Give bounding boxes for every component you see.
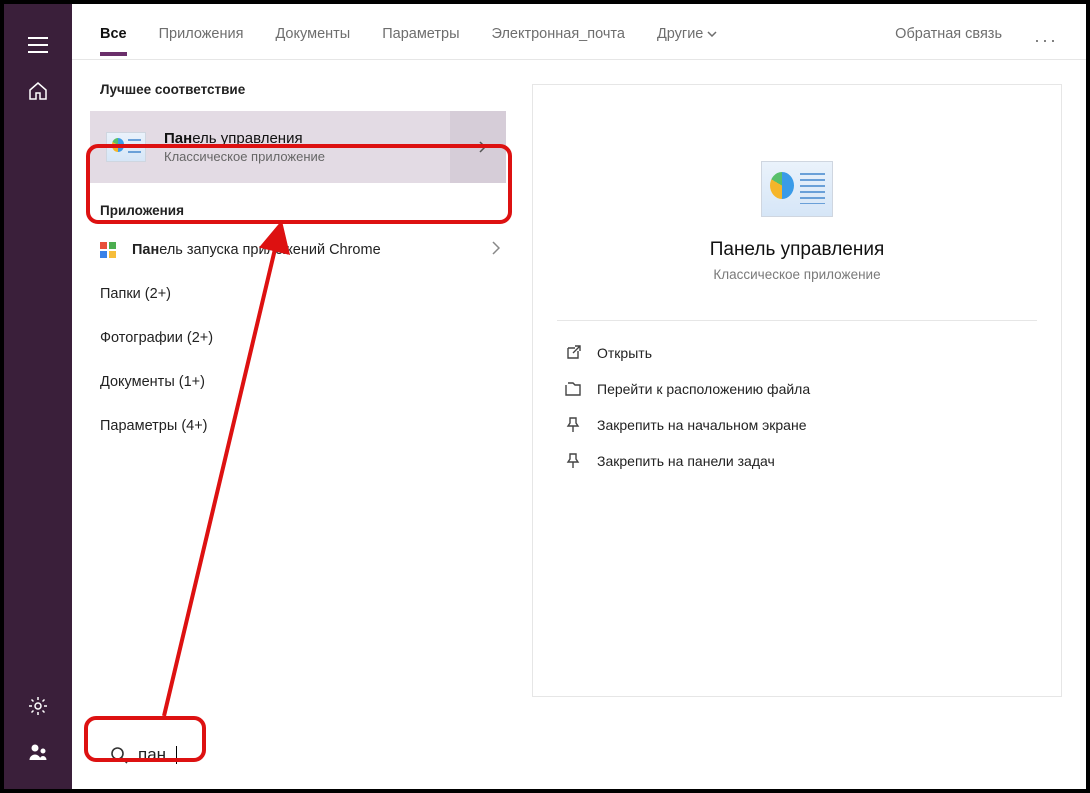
result-chrome-launcher[interactable]: Панель запуска приложений Chrome	[72, 228, 524, 272]
menu-icon[interactable]	[27, 34, 49, 56]
tab-other[interactable]: Другие	[657, 26, 717, 56]
result-folders[interactable]: Папки (2+)	[72, 272, 524, 316]
tab-all[interactable]: Все	[100, 26, 127, 56]
filter-tabs: Все Приложения Документы Параметры Элект…	[72, 4, 1086, 60]
preview-panel: Панель управления Классическое приложени…	[532, 84, 1062, 697]
tab-settings[interactable]: Параметры	[382, 26, 459, 56]
chrome-icon	[100, 242, 116, 258]
action-pin-start[interactable]: Закрепить на начальном экране	[561, 407, 1033, 443]
home-icon[interactable]	[27, 80, 49, 102]
search-icon	[110, 746, 128, 764]
divider	[557, 320, 1037, 321]
chevron-down-icon	[707, 31, 717, 37]
result-settings[interactable]: Параметры (4+)	[72, 404, 524, 448]
search-input[interactable]: пан	[138, 745, 166, 765]
action-pin-taskbar-label: Закрепить на панели задач	[597, 453, 775, 469]
chevron-right-icon	[492, 241, 500, 259]
control-panel-icon	[106, 132, 146, 162]
folder-icon	[565, 381, 581, 397]
search-bar-area: пан	[72, 721, 1086, 789]
pin-start-icon	[565, 417, 581, 433]
account-icon[interactable]	[27, 741, 49, 763]
result-photos[interactable]: Фотографии (2+)	[72, 316, 524, 360]
best-match-label: Лучшее соответствие	[72, 76, 524, 107]
action-pin-taskbar[interactable]: Закрепить на панели задач	[561, 443, 1033, 479]
best-match-subtitle: Классическое приложение	[164, 149, 325, 164]
search-bar[interactable]: пан	[96, 739, 191, 771]
text-cursor	[176, 746, 177, 764]
tab-email[interactable]: Электронная_почта	[492, 26, 625, 56]
expand-arrow-icon[interactable]	[450, 111, 506, 183]
open-icon	[565, 345, 581, 361]
tab-documents[interactable]: Документы	[275, 26, 350, 56]
action-location-label: Перейти к расположению файла	[597, 381, 810, 397]
feedback-link[interactable]: Обратная связь	[895, 26, 1002, 56]
action-pin-start-label: Закрепить на начальном экране	[597, 417, 807, 433]
best-match-title: Панель управления	[164, 130, 325, 147]
tab-other-label: Другие	[657, 26, 703, 42]
action-open[interactable]: Открыть	[561, 335, 1033, 371]
result-chrome-label: Панель запуска приложений Chrome	[132, 242, 381, 258]
search-window: Все Приложения Документы Параметры Элект…	[0, 0, 1090, 793]
result-documents[interactable]: Документы (1+)	[72, 360, 524, 404]
preview-icon	[761, 161, 833, 217]
best-match-item[interactable]: Панель управления Классическое приложени…	[90, 111, 506, 183]
content: Все Приложения Документы Параметры Элект…	[72, 4, 1086, 721]
best-match-text: Панель управления Классическое приложени…	[164, 130, 325, 164]
settings-icon[interactable]	[27, 695, 49, 717]
results-body: Лучшее соответствие Панель управления Кл…	[72, 60, 1086, 721]
action-open-label: Открыть	[597, 345, 652, 361]
results-left: Лучшее соответствие Панель управления Кл…	[72, 60, 524, 721]
sidebar	[4, 4, 72, 789]
action-file-location[interactable]: Перейти к расположению файла	[561, 371, 1033, 407]
pin-taskbar-icon	[565, 453, 581, 469]
preview-subtitle: Классическое приложение	[561, 267, 1033, 282]
tab-apps[interactable]: Приложения	[159, 26, 244, 56]
results-right: Панель управления Классическое приложени…	[524, 60, 1086, 721]
more-icon[interactable]: ···	[1034, 30, 1058, 51]
apps-label: Приложения	[72, 197, 524, 228]
preview-title: Панель управления	[561, 239, 1033, 261]
